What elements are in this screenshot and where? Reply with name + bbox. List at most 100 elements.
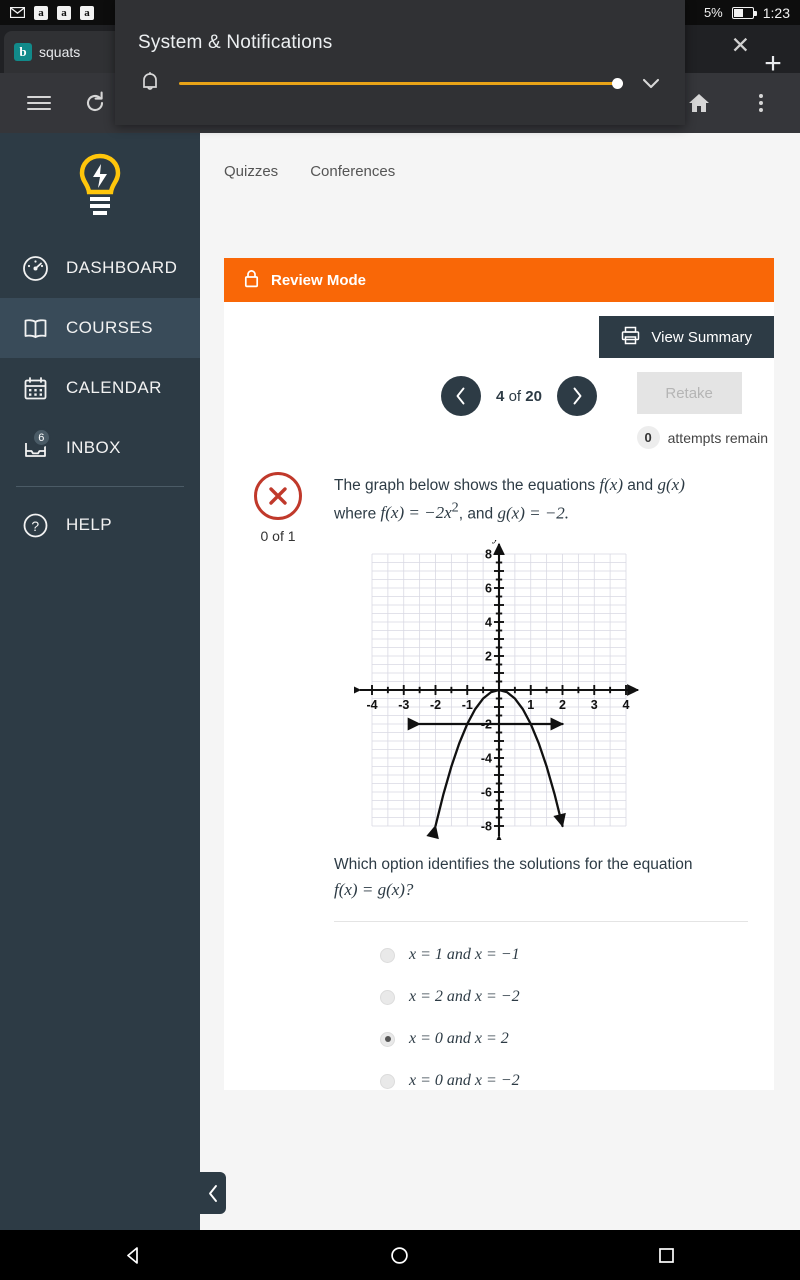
chevron-down-icon[interactable] (639, 71, 663, 95)
function-graph: -4-3-2-11234-8-6-4-22468 x y (349, 530, 748, 847)
question-and: and (623, 477, 658, 494)
question-result: 0 of 1 (242, 472, 314, 1090)
inbox-unread-badge: 6 (32, 428, 51, 447)
amazon-icon: a (80, 5, 94, 20)
retake-button[interactable]: Retake (636, 372, 742, 414)
question-block: 0 of 1 The graph below shows the equatio… (224, 444, 774, 1090)
sidebar-item-label: CALENDAR (66, 378, 162, 397)
battery-percent-label: 5% (703, 5, 723, 20)
question-text-part3: , and (458, 505, 498, 523)
book-icon (20, 313, 50, 343)
radio-button[interactable] (380, 947, 395, 963)
question-nav-row: 4 of 20 Retake 0 attempts remain (224, 358, 774, 449)
sidebar-item-calendar[interactable]: CALENDAR (0, 358, 200, 418)
answer-option[interactable]: x = 2 and x = −2 (334, 964, 748, 1006)
main-content: Quizzes Conferences Review Mode View Sum… (200, 133, 800, 1230)
sidebar-item-inbox[interactable]: 6 INBOX (0, 418, 200, 478)
clock-label: 1:23 (762, 4, 790, 21)
speedometer-icon (20, 253, 50, 283)
answer-option[interactable]: x = 1 and x = −1 (334, 922, 748, 964)
back-triangle-icon[interactable] (103, 1246, 163, 1265)
prompt-equation: f(x) = g(x)? (334, 879, 414, 899)
y-tick-label: 4 (485, 615, 492, 629)
panel-close-icon[interactable]: ✕ (731, 32, 750, 59)
review-mode-banner: Review Mode (224, 258, 774, 302)
home-circle-icon[interactable] (370, 1246, 430, 1265)
y-tick-label: -8 (481, 819, 492, 833)
y-tick-label: -4 (481, 751, 492, 765)
y-tick-label: 8 (485, 547, 492, 561)
sidebar-item-help[interactable]: ? HELP (0, 495, 200, 555)
browser-tab[interactable]: b squats (4, 31, 129, 73)
y-axis-label: y (491, 540, 499, 544)
kebab-icon[interactable] (744, 86, 778, 120)
inbox-icon: 6 (20, 428, 51, 463)
prev-question-button[interactable] (441, 376, 482, 416)
system-notifications-panel: System & Notifications (115, 0, 685, 125)
lightbulb-logo[interactable] (0, 133, 200, 238)
x-circle-icon (254, 472, 302, 520)
y-tick-label: -6 (481, 785, 492, 799)
question-fx: f(x) (599, 475, 623, 494)
attempts-label: attempts remain (667, 429, 768, 446)
graph-svg: -4-3-2-11234-8-6-4-22468 x y (349, 530, 652, 847)
subnav-item-quizzes[interactable]: Quizzes (224, 163, 278, 180)
chevron-left-icon (208, 1184, 217, 1202)
y-tick-label: 2 (485, 649, 492, 663)
bing-icon: b (14, 43, 32, 61)
sidebar-item-label: INBOX (66, 438, 121, 457)
pager-total: 20 (525, 387, 542, 405)
home-icon[interactable] (682, 86, 716, 120)
volume-slider[interactable] (179, 74, 623, 92)
sidebar-item-courses[interactable]: COURSES (0, 298, 200, 358)
question-text: The graph below shows the equations f(x)… (334, 472, 748, 526)
next-question-button[interactable] (556, 376, 597, 416)
sidebar-item-dashboard[interactable]: DASHBOARD (0, 238, 200, 298)
pager-current: 4 (496, 387, 505, 405)
question-text-part2: where (334, 505, 381, 523)
sidebar-collapse-button[interactable] (200, 1172, 226, 1214)
amazon-icon: a (34, 5, 48, 20)
question-gx: g(x) (657, 475, 685, 494)
question-pager: 4 of 20 (401, 376, 597, 416)
bell-icon (137, 70, 163, 96)
quiz-card: Review Mode View Summary 4 of 20 Retake … (224, 258, 774, 1091)
subnav-item-conferences[interactable]: Conferences (310, 163, 395, 180)
question-prompt: Which option identifies the solutions fo… (334, 853, 748, 903)
status-bar-system: 5% 1:23 (704, 5, 790, 21)
recent-square-icon[interactable] (637, 1247, 697, 1264)
chevron-right-icon (573, 387, 582, 405)
svg-text:?: ? (31, 518, 39, 534)
question-body: The graph below shows the equations f(x)… (334, 472, 774, 1090)
x-tick-label: -2 (430, 698, 441, 712)
answer-option-label: x = 0 and x = −2 (409, 1072, 520, 1090)
radio-button[interactable] (380, 989, 395, 1005)
answer-option[interactable]: x = 0 and x = 2 (334, 1006, 748, 1048)
view-summary-label: View Summary (651, 328, 752, 346)
sidebar-item-label: DASHBOARD (66, 258, 178, 277)
question-score-label: 0 of 1 (260, 528, 296, 544)
answer-option-label: x = 1 and x = −1 (409, 946, 520, 964)
x-tick-label: 1 (527, 698, 534, 712)
new-tab-button[interactable]: + (754, 45, 792, 83)
lock-icon (244, 269, 259, 292)
slider-knob[interactable] (612, 77, 623, 89)
retake-area: Retake 0 attempts remain (636, 372, 768, 449)
sidebar-divider (16, 486, 184, 487)
reload-icon[interactable] (78, 86, 112, 120)
x-tick-label: 4 (623, 698, 630, 712)
x-tick-label: 2 (559, 698, 566, 712)
amazon-icon: a (57, 5, 71, 20)
status-bar-icons: a a a (10, 5, 94, 20)
chevron-left-icon (456, 387, 465, 405)
radio-button[interactable] (380, 1073, 395, 1089)
course-subnav: Quizzes Conferences (200, 133, 800, 180)
attempts-remaining: 0 attempts remain (636, 426, 768, 449)
pager-of: of (508, 387, 522, 405)
answer-option[interactable]: x = 0 and x = −2 (334, 1048, 748, 1090)
hamburger-icon[interactable] (22, 86, 56, 120)
panel-title: System & Notifications (138, 32, 333, 53)
view-summary-button[interactable]: View Summary (599, 316, 774, 358)
x-tick-label: -3 (398, 698, 409, 712)
radio-button[interactable] (380, 1031, 395, 1047)
